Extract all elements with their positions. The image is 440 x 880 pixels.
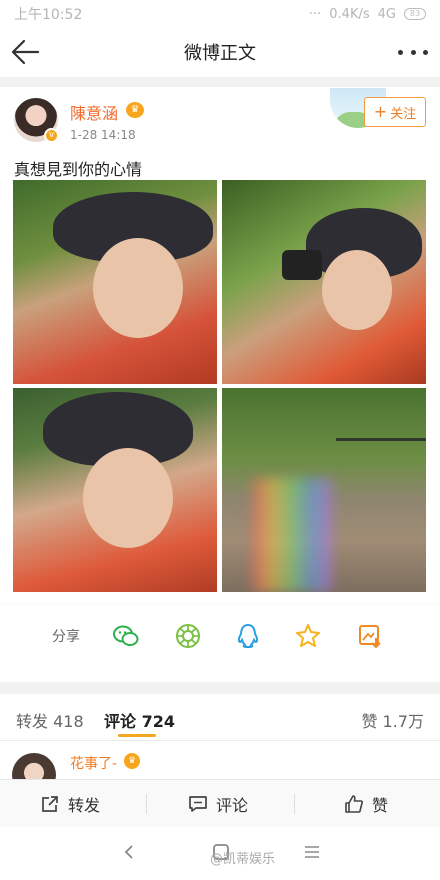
commenter-name[interactable]: 花事了- — [70, 753, 117, 773]
tab-comments[interactable]: 评论 724 — [104, 708, 175, 732]
photo-selfie-red-jacket[interactable] — [13, 180, 217, 384]
comment-button[interactable]: 评论 — [188, 780, 248, 828]
status-dots: ··· — [308, 6, 322, 22]
battery-icon: 83 — [404, 8, 426, 20]
status-indicators: ··· 0.4K/s 4G 83 — [309, 7, 426, 22]
post-text: 真想見到你的心情 — [14, 160, 143, 179]
share-label: 分享 — [52, 629, 80, 645]
vip-crown-icon: ♛ — [124, 753, 140, 769]
divider — [294, 794, 295, 814]
wechat-icon[interactable] — [112, 622, 140, 650]
action-bar: 转发 评论 赞 — [0, 779, 440, 827]
comment-icon — [189, 796, 207, 812]
network-speed: 0.4K/s — [329, 6, 370, 22]
divider — [0, 682, 440, 694]
repost-label: 转发 — [68, 796, 101, 815]
tab-repost[interactable]: 转发 418 — [16, 708, 84, 732]
nav-bar: 微博正文 — [0, 28, 440, 76]
like-button[interactable]: 赞 — [344, 780, 388, 828]
divider — [146, 794, 147, 814]
post-time: 1-28 14:18 — [70, 128, 136, 142]
system-back-icon[interactable] — [122, 842, 136, 862]
like-label: 赞 — [372, 796, 389, 815]
qq-icon[interactable] — [234, 622, 262, 650]
plus-icon: + — [373, 102, 388, 121]
tab-likes[interactable]: 赞 1.7万 — [361, 708, 424, 732]
thumbs-up-icon — [345, 795, 363, 813]
post-username[interactable]: 陳意涵 — [70, 100, 118, 124]
repost-icon — [42, 796, 58, 812]
verified-badge-icon: v — [44, 128, 59, 143]
system-menu-icon[interactable] — [302, 842, 322, 862]
system-nav-bar: @凯蒂娱乐 — [0, 828, 440, 880]
status-time: 上午10:52 — [14, 7, 83, 23]
moments-icon[interactable] — [174, 622, 202, 650]
back-arrow-icon[interactable] — [10, 38, 40, 66]
network-type: 4G — [377, 6, 396, 22]
divider — [0, 77, 440, 87]
repost-button[interactable]: 转发 — [40, 780, 100, 828]
comment-tabs: 转发 418 评论 724 赞 1.7万 — [0, 696, 440, 741]
page-title: 微博正文 — [184, 43, 256, 64]
comment-label: 评论 — [216, 796, 249, 815]
comment-item[interactable]: 花事了- ♛ — [0, 741, 440, 797]
divider — [0, 604, 440, 605]
follow-button[interactable]: + 关注 — [364, 97, 426, 127]
qzone-icon[interactable] — [294, 622, 322, 650]
active-tab-indicator — [118, 734, 156, 737]
watermark: @凯蒂娱乐 — [210, 852, 276, 867]
status-bar: 上午10:52 ··· 0.4K/s 4G 83 — [0, 0, 440, 28]
more-options-icon[interactable] — [398, 40, 428, 64]
post-header: v 陳意涵 ♛ 1-28 14:18 + 关注 — [0, 88, 440, 152]
share-row: 分享 — [0, 616, 440, 656]
follow-label: 关注 — [390, 106, 417, 122]
photo-selfie-hat[interactable] — [13, 388, 217, 592]
save-image-icon[interactable] — [356, 622, 384, 650]
photo-stone-stairs-rainbow[interactable] — [222, 388, 426, 592]
photo-holding-camera[interactable] — [222, 180, 426, 384]
vip-crown-icon[interactable]: ♛ — [126, 102, 144, 118]
